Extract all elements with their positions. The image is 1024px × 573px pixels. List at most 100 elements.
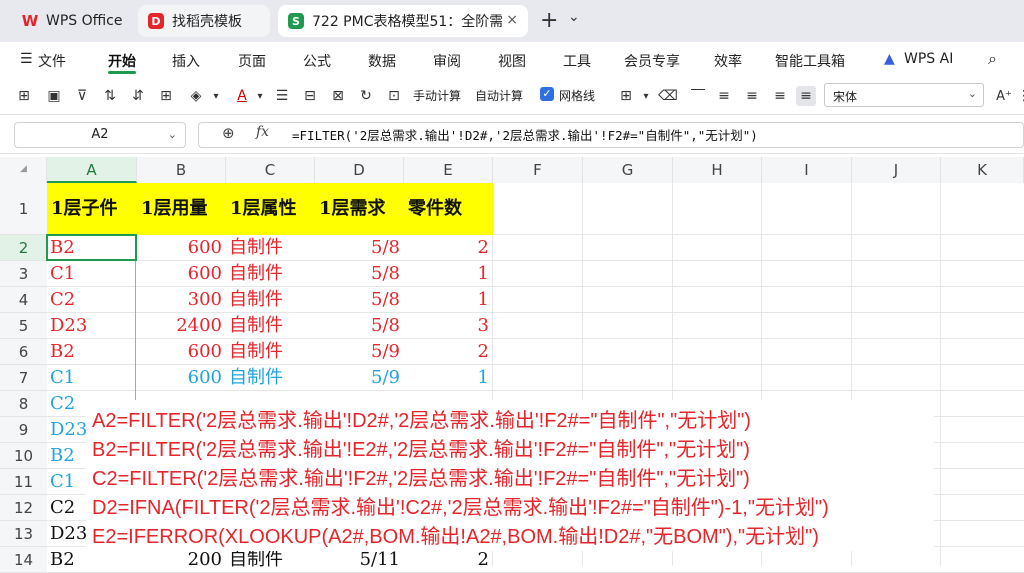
table-cell[interactable]: 5/8: [315, 287, 404, 313]
header-cell[interactable]: 1层子件: [47, 183, 137, 235]
zoom-icon[interactable]: ⊕: [222, 124, 235, 142]
column-header-h[interactable]: H: [673, 157, 762, 183]
row-header-14[interactable]: 14: [0, 547, 47, 573]
table-cell[interactable]: C1: [47, 261, 137, 287]
row-header-2[interactable]: 2: [0, 235, 47, 261]
header-cell[interactable]: 零件数: [404, 183, 493, 235]
align-right-icon[interactable]: ≡: [770, 86, 790, 106]
row-header-6[interactable]: 6: [0, 339, 47, 365]
table-cell[interactable]: 600: [137, 339, 226, 365]
name-box[interactable]: A2 ⌄: [14, 122, 186, 148]
hamburger-menu-icon[interactable]: ☰: [20, 51, 33, 67]
column-header-b[interactable]: B: [137, 157, 226, 183]
font-select[interactable]: 宋体 ⌄: [824, 83, 984, 107]
table-cell[interactable]: 自制件: [226, 313, 315, 339]
search-icon[interactable]: ⌕: [988, 49, 997, 69]
column-header-a[interactable]: A: [47, 157, 137, 183]
auto-calc-button[interactable]: 自动计算: [475, 87, 523, 104]
tab-spreadsheet[interactable]: S 722 PMC表格模型51：全阶需求 ×: [278, 5, 528, 37]
table-cell[interactable]: 5/8: [315, 313, 404, 339]
row-header-9[interactable]: 9: [0, 417, 47, 443]
table-cell[interactable]: C2: [47, 287, 137, 313]
table-cell[interactable]: 600: [137, 235, 226, 261]
cell-format-icon[interactable]: ⊞: [616, 86, 636, 106]
table-cell[interactable]: 自制件: [226, 339, 315, 365]
table-cell[interactable]: 2: [404, 339, 493, 365]
gridlines-checkbox[interactable]: ✓: [540, 87, 554, 101]
menu-formula[interactable]: 公式: [303, 51, 331, 71]
table-cell[interactable]: 600: [137, 261, 226, 287]
row-header-3[interactable]: 3: [0, 261, 47, 287]
font-size-up-button[interactable]: A⁺: [994, 86, 1014, 106]
menu-wps-ai[interactable]: WPS AI: [904, 51, 953, 67]
refresh-icon[interactable]: ↻: [356, 86, 376, 106]
select-all-corner[interactable]: ◢: [0, 157, 47, 183]
table-cell[interactable]: 1: [404, 365, 493, 391]
tab-wps-office[interactable]: W WPS Office: [12, 5, 130, 37]
align-top-icon[interactable]: ⎺: [688, 86, 708, 106]
table-cell[interactable]: 1: [404, 261, 493, 287]
header-cell[interactable]: 1层属性: [226, 183, 315, 235]
align-icon[interactable]: ☰: [272, 86, 292, 106]
menu-tools[interactable]: 工具: [563, 51, 591, 71]
filter-icon[interactable]: ⊽: [72, 86, 92, 106]
sort-desc-icon[interactable]: ⇵: [128, 86, 148, 106]
column-header-k[interactable]: K: [941, 157, 1024, 183]
column-header-i[interactable]: I: [762, 157, 852, 183]
table-cell[interactable]: 自制件: [226, 235, 315, 261]
row-header-10[interactable]: 10: [0, 443, 47, 469]
menu-data[interactable]: 数据: [368, 51, 396, 71]
clear-format-icon[interactable]: ⌫: [658, 86, 678, 106]
menu-view[interactable]: 视图: [498, 51, 526, 71]
paste-icon[interactable]: ▣: [44, 86, 64, 106]
fx-icon[interactable]: fx: [256, 124, 269, 140]
table-cell[interactable]: C1: [47, 365, 137, 391]
new-tab-button[interactable]: +: [540, 8, 558, 33]
table-cell[interactable]: 5/8: [315, 235, 404, 261]
column-header-f[interactable]: F: [493, 157, 583, 183]
column-header-g[interactable]: G: [583, 157, 673, 183]
row-header-5[interactable]: 5: [0, 313, 47, 339]
column-header-d[interactable]: D: [315, 157, 404, 183]
menu-insert[interactable]: 插入: [172, 51, 200, 71]
row-header-1[interactable]: 1: [0, 183, 47, 235]
table-cell[interactable]: 5/9: [315, 365, 404, 391]
more-icon[interactable]: ⋮: [1014, 86, 1024, 106]
header-cell[interactable]: 1层需求: [315, 183, 404, 235]
sheet-icon[interactable]: ⊡: [384, 86, 404, 106]
tab-docer[interactable]: D 找稻壳模板: [138, 5, 270, 37]
menu-page[interactable]: 页面: [238, 51, 266, 71]
menu-home[interactable]: 开始: [108, 51, 136, 71]
table-cell[interactable]: D23: [47, 313, 137, 339]
table-icon[interactable]: ⊠: [328, 86, 348, 106]
menu-review[interactable]: 审阅: [433, 51, 461, 71]
align-left-icon[interactable]: ≡: [714, 86, 734, 106]
row-header-7[interactable]: 7: [0, 365, 47, 391]
table-cell[interactable]: 3: [404, 313, 493, 339]
border-icon[interactable]: ⊞: [156, 86, 176, 106]
table-cell[interactable]: 2: [404, 235, 493, 261]
number-format-icon[interactable]: ⊞: [14, 86, 34, 106]
align-justify-icon[interactable]: ≡: [796, 86, 816, 106]
table-cell[interactable]: 2400: [137, 313, 226, 339]
header-cell[interactable]: 1层用量: [137, 183, 226, 235]
table-cell[interactable]: B2: [47, 339, 137, 365]
menu-smart-toolbox[interactable]: 智能工具箱: [775, 51, 845, 71]
align-center-icon[interactable]: ≡: [742, 86, 762, 106]
chevron-down-icon[interactable]: ▾: [250, 86, 270, 106]
chevron-down-icon[interactable]: ▾: [206, 86, 226, 106]
column-header-j[interactable]: J: [852, 157, 941, 183]
table-cell[interactable]: 自制件: [226, 261, 315, 287]
fill-color-icon[interactable]: ◈: [186, 86, 206, 106]
freeze-icon[interactable]: ⊟: [300, 86, 320, 106]
row-header-11[interactable]: 11: [0, 469, 47, 495]
column-header-c[interactable]: C: [226, 157, 315, 183]
menu-file[interactable]: 文件: [38, 51, 66, 71]
close-icon[interactable]: ×: [506, 12, 518, 28]
table-cell[interactable]: 自制件: [226, 287, 315, 313]
table-cell[interactable]: 300: [137, 287, 226, 313]
chevron-down-icon[interactable]: ▾: [636, 86, 656, 106]
table-cell[interactable]: 600: [137, 365, 226, 391]
menu-member[interactable]: 会员专享: [624, 51, 680, 71]
row-header-8[interactable]: 8: [0, 391, 47, 417]
